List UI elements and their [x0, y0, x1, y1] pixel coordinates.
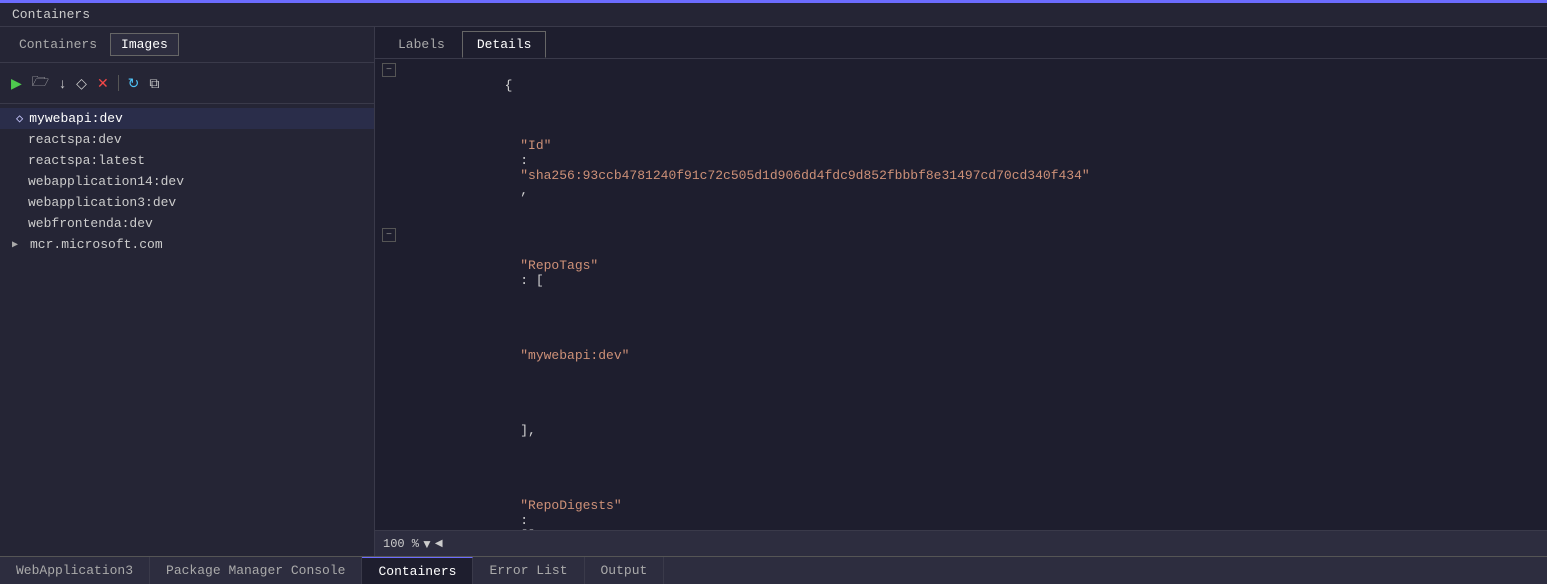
image-name: reactspa:dev [28, 132, 122, 147]
toolbar-separator [118, 75, 119, 91]
list-item[interactable]: webfrontenda:dev [0, 213, 374, 234]
json-line: "mywebapi:dev" [375, 318, 1547, 393]
line-content: "mywebapi:dev" [403, 318, 1547, 393]
list-item[interactable]: ▶ mcr.microsoft.com [0, 234, 374, 255]
image-list: ◇ mywebapi:dev reactspa:dev reactspa:lat… [0, 104, 374, 556]
line-content: "Id" : "sha256:93ccb4781240f91c72c505d1d… [403, 108, 1547, 228]
refresh-button[interactable]: ↻ [125, 73, 143, 94]
json-value: "sha256:93ccb4781240f91c72c505d1d906dd4f… [520, 168, 1090, 183]
zoom-level: 100 % [383, 537, 419, 551]
bottom-tabs: WebApplication3 Package Manager Console … [0, 556, 1547, 584]
json-value: "mywebapi:dev" [520, 348, 629, 363]
image-name: mywebapi:dev [29, 111, 123, 126]
json-value: [] [520, 528, 536, 530]
image-name: webapplication3:dev [28, 195, 176, 210]
expand-arrow-icon: ▶ [12, 239, 24, 251]
tab-images[interactable]: Images [110, 33, 179, 56]
json-line: "Id" : "sha256:93ccb4781240f91c72c505d1d… [375, 108, 1547, 228]
line-gutter: − [375, 63, 403, 77]
line-content: ], [403, 393, 1547, 468]
list-item[interactable]: webapplication3:dev [0, 192, 374, 213]
copy-button[interactable]: ⧉ [146, 73, 162, 94]
json-key: "RepoDigests" [520, 498, 621, 513]
collapse-button[interactable]: − [382, 228, 396, 242]
image-name: webapplication14:dev [28, 174, 184, 189]
tab-containers[interactable]: Containers [8, 33, 108, 56]
json-line: "RepoDigests" : [] , [375, 468, 1547, 530]
json-line: − { [375, 63, 1547, 108]
pull-button[interactable]: ↓ [56, 73, 69, 93]
bottom-tab-package-manager[interactable]: Package Manager Console [150, 557, 362, 584]
image-toolbar: ▶ 🗁 ↓ ◇ ✕ ↻ ⧉ [0, 63, 374, 104]
json-key: "Id" [520, 138, 551, 153]
json-line: − "RepoTags" : [ [375, 228, 1547, 318]
sidebar: Containers Images ▶ 🗁 ↓ ◇ ✕ ↻ ⧉ ◇ myweba… [0, 27, 375, 556]
play-button[interactable]: ▶ [8, 73, 25, 94]
json-line: ], [375, 393, 1547, 468]
bottom-tab-output[interactable]: Output [585, 557, 665, 584]
image-name: webfrontenda:dev [28, 216, 153, 231]
tab-labels[interactable]: Labels [383, 31, 460, 58]
bottom-tab-webapplication3[interactable]: WebApplication3 [0, 557, 150, 584]
list-item[interactable]: reactspa:dev [0, 129, 374, 150]
line-gutter: − [375, 228, 403, 242]
main-tabs: Labels Details [375, 27, 1547, 59]
collapse-button[interactable]: − [382, 63, 396, 77]
tab-details[interactable]: Details [462, 31, 547, 58]
main-area: Containers Containers Images ▶ 🗁 ↓ ◇ ✕ ↻… [0, 3, 1547, 584]
list-item[interactable]: webapplication14:dev [0, 171, 374, 192]
tag-button[interactable]: ◇ [73, 73, 90, 94]
line-content: { [403, 63, 1547, 108]
open-folder-button[interactable]: 🗁 [29, 69, 52, 97]
json-key: "RepoTags" [520, 258, 598, 273]
window-title: Containers [0, 3, 1547, 27]
content-wrapper: Containers Images ▶ 🗁 ↓ ◇ ✕ ↻ ⧉ ◇ myweba… [0, 27, 1547, 556]
delete-button[interactable]: ✕ [94, 73, 112, 94]
group-name: mcr.microsoft.com [30, 237, 163, 252]
json-content[interactable]: − { "Id" : "sha256:93ccb4781240f91c72c50… [375, 59, 1547, 530]
main-panel: Labels Details − { [375, 27, 1547, 556]
line-content: "RepoDigests" : [] , [403, 468, 1547, 530]
tag-icon: ◇ [16, 111, 23, 126]
line-content: "RepoTags" : [ [403, 228, 1547, 318]
list-item[interactable]: reactspa:latest [0, 150, 374, 171]
zoom-control: 100 % ▼ ◀ [383, 537, 443, 551]
bottom-tab-error-list[interactable]: Error List [473, 557, 584, 584]
image-name: reactspa:latest [28, 153, 145, 168]
list-item[interactable]: ◇ mywebapi:dev [0, 108, 374, 129]
sidebar-tabs: Containers Images [0, 27, 374, 63]
status-bar: 100 % ▼ ◀ [375, 530, 1547, 556]
zoom-dropdown-button[interactable]: ▼ [421, 537, 433, 551]
bottom-tab-containers[interactable]: Containers [362, 557, 473, 584]
scroll-left-button[interactable]: ◀ [435, 538, 443, 549]
open-brace: { [505, 78, 513, 93]
